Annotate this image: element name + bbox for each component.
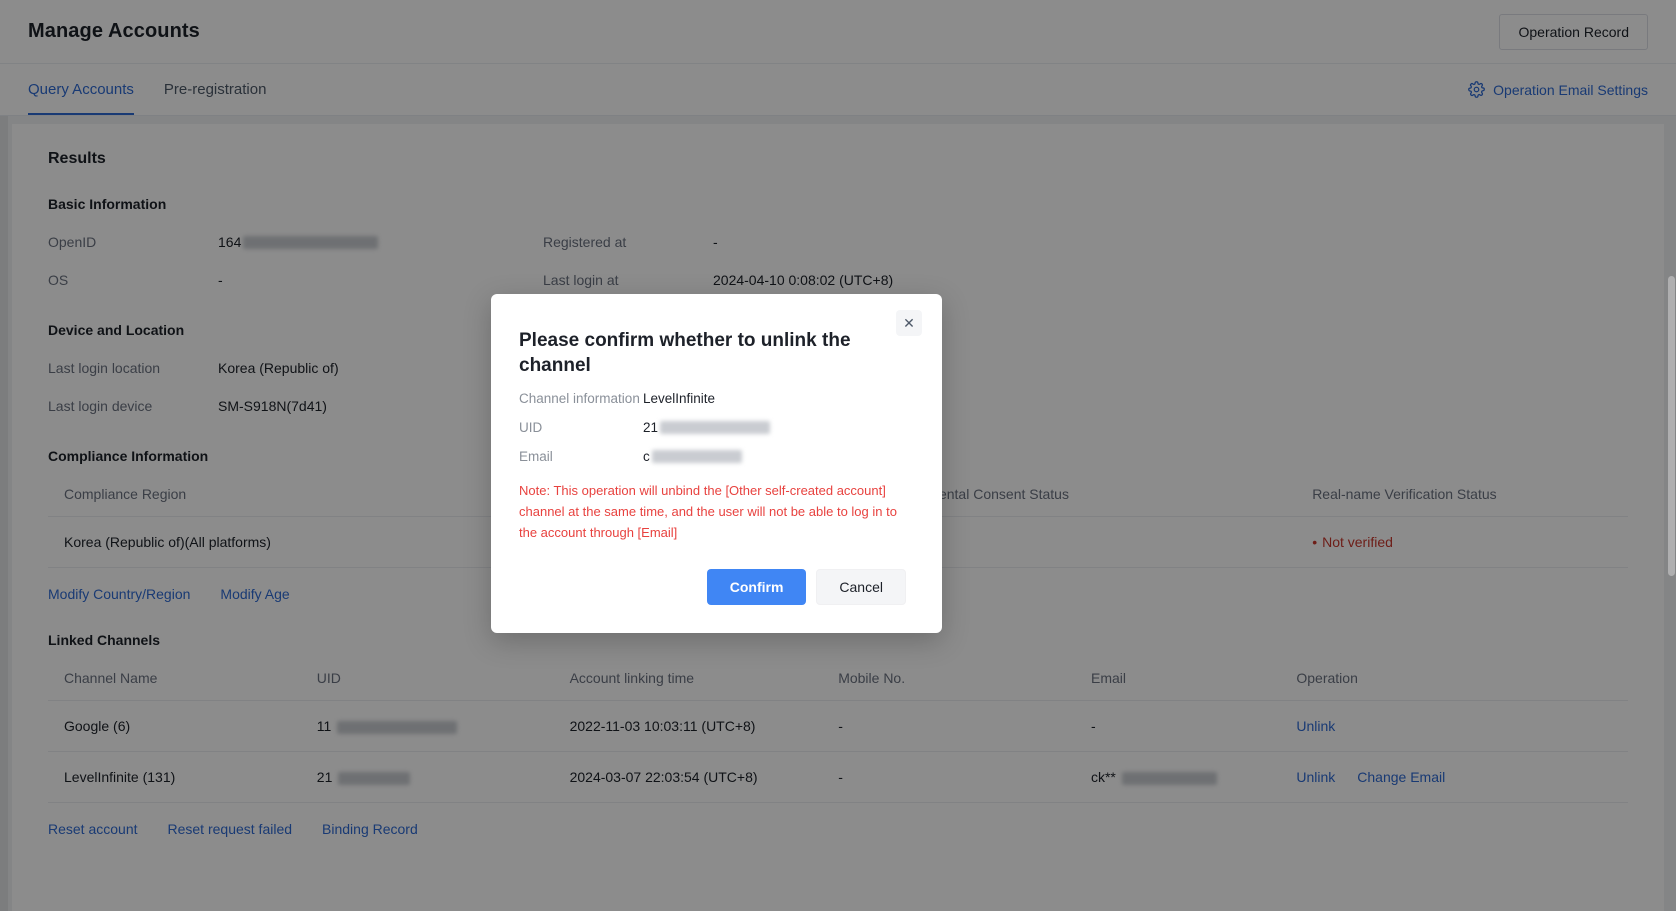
dialog-email-prefix: c	[643, 448, 650, 464]
dialog-value-channel-information: LevelInfinite	[643, 390, 716, 406]
dialog-details: Channel information LevelInfinite UID 21…	[519, 391, 906, 464]
redaction-block	[651, 449, 742, 463]
dialog-title: Please confirm whether to unlink the cha…	[519, 330, 851, 377]
dialog-value-uid: 21	[643, 420, 906, 435]
dialog-uid-prefix: 21	[643, 419, 659, 435]
cancel-button[interactable]: Cancel	[816, 568, 906, 605]
close-icon[interactable]: ✕	[896, 310, 922, 336]
dialog-label-channel-information: Channel information	[519, 390, 640, 406]
scrollbar-thumb[interactable]	[1668, 276, 1675, 576]
confirm-button[interactable]: Confirm	[706, 568, 807, 605]
left-edge-rail	[0, 116, 8, 911]
dialog-value-email: c	[643, 449, 906, 464]
redaction-block	[660, 420, 771, 434]
dialog-label-uid: UID	[519, 419, 543, 435]
app-root: Manage Accounts Operation Record Query A…	[0, 0, 1676, 911]
dialog-warning-note: Note: This operation will unbind the [Ot…	[519, 482, 897, 540]
page-scrollbar[interactable]	[1667, 116, 1676, 911]
dialog-label-email: Email	[519, 448, 553, 464]
dialog-actions: Confirm Cancel	[519, 568, 906, 605]
unlink-confirm-dialog: ✕ Please confirm whether to unlink the c…	[491, 294, 942, 633]
